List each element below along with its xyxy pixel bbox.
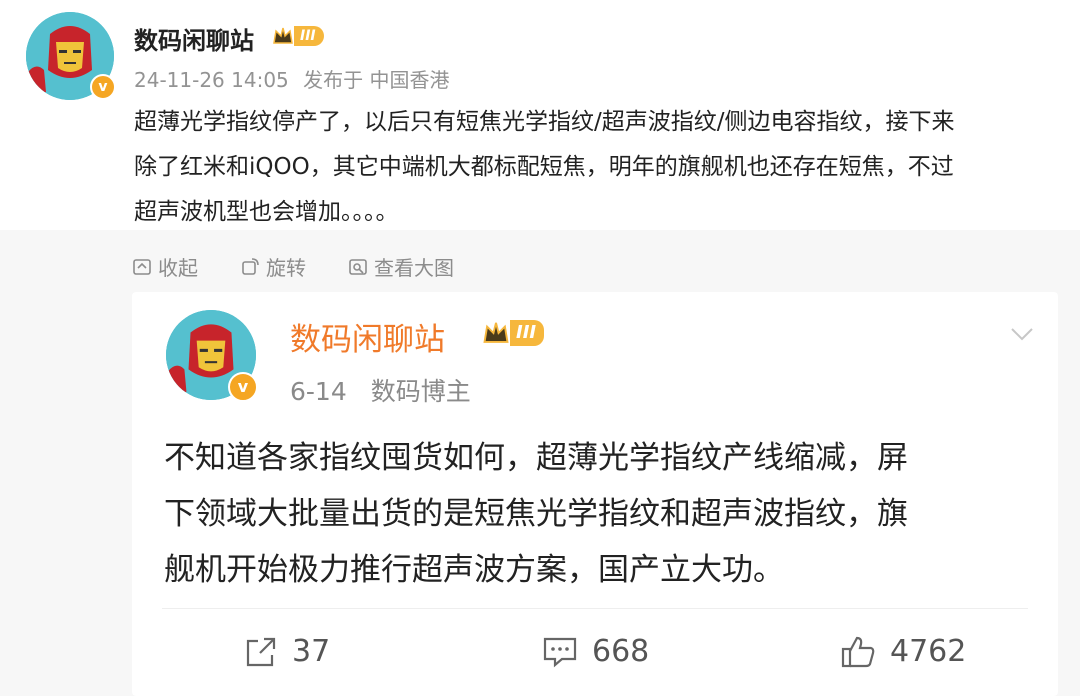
post-line: 超薄光学指纹停产了，以后只有短焦光学指纹/超声波指纹/侧边电容指纹，接下来: [134, 109, 955, 135]
quoted-body: 不知道各家指纹囤货如何，超薄光学指纹产线缩减，屏 下领域大批量出货的是短焦光学指…: [164, 430, 908, 598]
rotate-icon: [242, 257, 259, 275]
level-badge: III: [272, 24, 324, 48]
level-badge-label: III: [294, 26, 324, 46]
comment-button[interactable]: 668: [542, 634, 649, 669]
rotate-label: 旋转: [266, 256, 306, 280]
view-large-icon: [349, 258, 367, 275]
like-button[interactable]: 4762: [840, 634, 966, 669]
collapse-icon: [133, 258, 151, 275]
quoted-author-name[interactable]: 数码闲聊站: [290, 314, 445, 359]
like-count: 4762: [890, 634, 967, 669]
level-badge-label: III: [510, 320, 545, 346]
post: v 数码闲聊站 III 24-11-26 14:05 发布于 中国香港 超薄光学…: [0, 0, 1080, 230]
quoted-meta: 6-14 数码博主: [290, 372, 471, 408]
repost-count: 37: [292, 634, 331, 669]
crown-icon: [483, 322, 509, 343]
quoted-avatar[interactable]: v: [166, 310, 258, 402]
timestamp: 24-11-26 14:05: [134, 68, 289, 92]
post-line: 超声波机型也会增加。。。。: [134, 199, 399, 225]
collapse-label: 收起: [158, 256, 198, 280]
collapse-button[interactable]: 收起: [132, 252, 198, 281]
view-large-button[interactable]: 查看大图: [348, 252, 454, 281]
quoted-line: 舰机开始极力推行超声波方案，国产立大功。: [164, 552, 784, 588]
verified-icon: v: [90, 74, 116, 100]
repost-button[interactable]: 37: [244, 634, 330, 669]
quoted-level-badge: III: [482, 318, 545, 348]
verified-icon: v: [228, 372, 258, 402]
crown-icon: [273, 27, 293, 44]
post-line: 除了红米和iQOO，其它中端机大都标配短焦，明年的旗舰机也还存在短焦，不过: [134, 154, 954, 180]
divider: [162, 608, 1028, 609]
comment-icon: [543, 637, 577, 667]
repost-icon: [246, 637, 276, 666]
quoted-role: 数码博主: [370, 377, 471, 406]
avatar[interactable]: v: [26, 12, 116, 100]
quoted-post-card[interactable]: v 数码闲聊站 III 6-14 数码博主 不知道各家指纹囤货如何，超薄光学指纹…: [132, 292, 1058, 696]
quoted-line: 不知道各家指纹囤货如何，超薄光学指纹产线缩减，屏: [164, 440, 908, 476]
rotate-button[interactable]: 旋转: [240, 252, 306, 281]
like-icon: [841, 636, 875, 667]
author-name[interactable]: 数码闲聊站: [134, 21, 254, 56]
chevron-down-icon[interactable]: [1010, 322, 1034, 346]
quoted-line: 下领域大批量出货的是短焦光学指纹和超声波指纹，旗: [164, 496, 908, 532]
post-timestamp: 24-11-26 14:05 发布于 中国香港: [134, 64, 450, 93]
quoted-date: 6-14: [290, 377, 347, 406]
view-large-label: 查看大图: [374, 256, 454, 280]
comment-count: 668: [592, 634, 650, 669]
post-body: 超薄光学指纹停产了，以后只有短焦光学指纹/超声波指纹/侧边电容指纹，接下来 除了…: [134, 100, 955, 235]
location: 发布于 中国香港: [303, 68, 450, 92]
